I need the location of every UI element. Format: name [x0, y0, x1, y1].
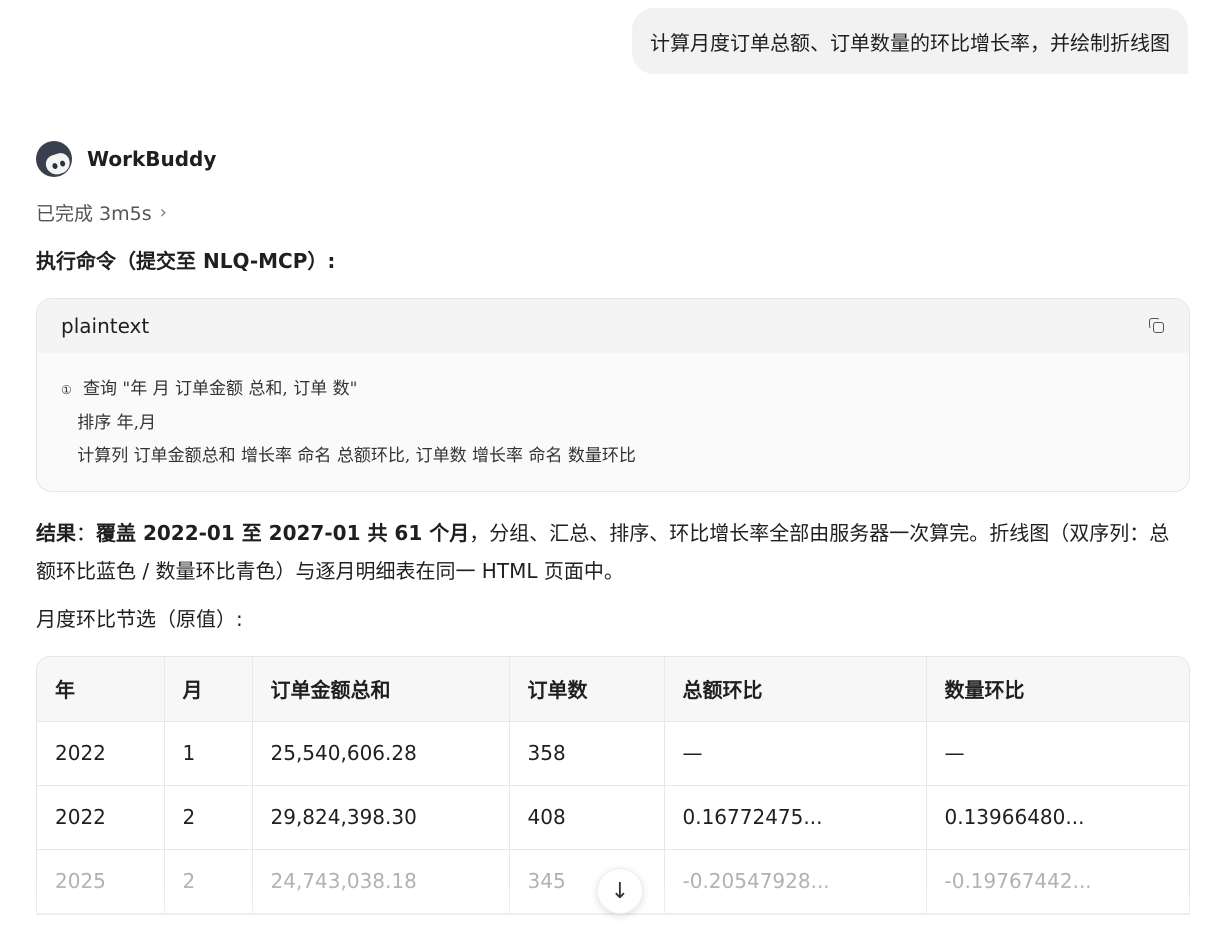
code-content: ① 查询 "年 月 订单金额 总和, 订单 数" 排序 年,月 计算列 订单金额总… — [37, 353, 1189, 491]
cell-total-amount: 25,540,606.28 — [252, 721, 510, 786]
cell-count-mom: 0.13966480... — [926, 785, 1189, 850]
code-line-marker: ① — [61, 383, 72, 397]
cell-order-count: 358 — [509, 721, 665, 786]
cell-count-mom: — — [926, 721, 1189, 786]
cell-total-amount: 24,743,038.18 — [252, 849, 510, 914]
result-colon: ： — [76, 521, 96, 545]
cell-year: 2025 — [37, 849, 165, 914]
task-status-text: 已完成 3m5s — [36, 202, 152, 225]
code-block: plaintext ① 查询 "年 月 订单金额 总和, 订单 数" 排序 年,月… — [36, 298, 1190, 492]
code-line-3: 计算列 订单金额总和 增长率 命名 总额环比, 订单数 增长率 命名 数量环比 — [77, 446, 636, 466]
table-header-row: 年 月 订单金额总和 订单数 总额环比 数量环比 — [37, 657, 1189, 722]
user-message-text: 计算月度订单总额、订单数量的环比增长率，并绘制折线图 — [650, 30, 1170, 55]
chevron-right-icon: › — [159, 201, 167, 223]
cell-order-count: 408 — [509, 785, 665, 850]
cell-year: 2022 — [37, 721, 165, 786]
cell-month: 2 — [164, 849, 253, 914]
column-header-count-mom: 数量环比 — [926, 657, 1189, 722]
arrow-down-icon: ↓ — [610, 878, 630, 904]
cell-year: 2022 — [37, 785, 165, 850]
cell-amount-mom: 0.16772475... — [664, 785, 927, 850]
cell-amount-mom: — — [664, 721, 927, 786]
code-language-label: plaintext — [61, 314, 150, 338]
assistant-avatar-icon — [36, 141, 72, 177]
table-section-title: 月度环比节选（原值）: — [36, 607, 243, 631]
column-header-order-count: 订单数 — [509, 657, 665, 722]
assistant-header: WorkBuddy — [36, 140, 1188, 178]
table-row: 2022 1 25,540,606.28 358 — — — [37, 721, 1189, 786]
column-header-month: 月 — [164, 657, 253, 722]
copy-icon[interactable] — [1147, 316, 1167, 336]
task-status-toggle[interactable]: 已完成 3m5s › — [36, 198, 1188, 226]
cell-month: 1 — [164, 721, 253, 786]
user-message-bubble: 计算月度订单总额、订单数量的环比增长率，并绘制折线图 — [632, 8, 1188, 74]
exec-command-title: 执行命令（提交至 NLQ-MCP）: — [36, 249, 336, 273]
column-header-total-amount: 订单金额总和 — [252, 657, 510, 722]
cell-count-mom: -0.19767442... — [926, 849, 1189, 914]
cell-total-amount: 29,824,398.30 — [252, 785, 510, 850]
assistant-message: WorkBuddy 已完成 3m5s › 执行命令（提交至 NLQ-MCP）: … — [36, 140, 1190, 915]
cell-amount-mom: -0.20547928... — [664, 849, 927, 914]
table-row: 2022 2 29,824,398.30 408 0.16772475... 0… — [37, 785, 1189, 850]
result-paragraph: 结果：覆盖 2022-01 至 2027-01 共 61 个月，分组、汇总、排序… — [36, 514, 1188, 590]
code-block-header: plaintext — [37, 299, 1189, 353]
scroll-to-bottom-button[interactable]: ↓ — [597, 868, 643, 914]
column-header-amount-mom: 总额环比 — [664, 657, 927, 722]
result-coverage: 覆盖 2022-01 至 2027-01 共 61 个月 — [96, 521, 470, 545]
code-line-2: 排序 年,月 — [77, 413, 157, 433]
column-header-year: 年 — [37, 657, 165, 722]
cell-month: 2 — [164, 785, 253, 850]
assistant-name: WorkBuddy — [87, 147, 217, 171]
result-label: 结果 — [36, 521, 76, 545]
code-line-1: 查询 "年 月 订单金额 总和, 订单 数" — [83, 379, 358, 399]
